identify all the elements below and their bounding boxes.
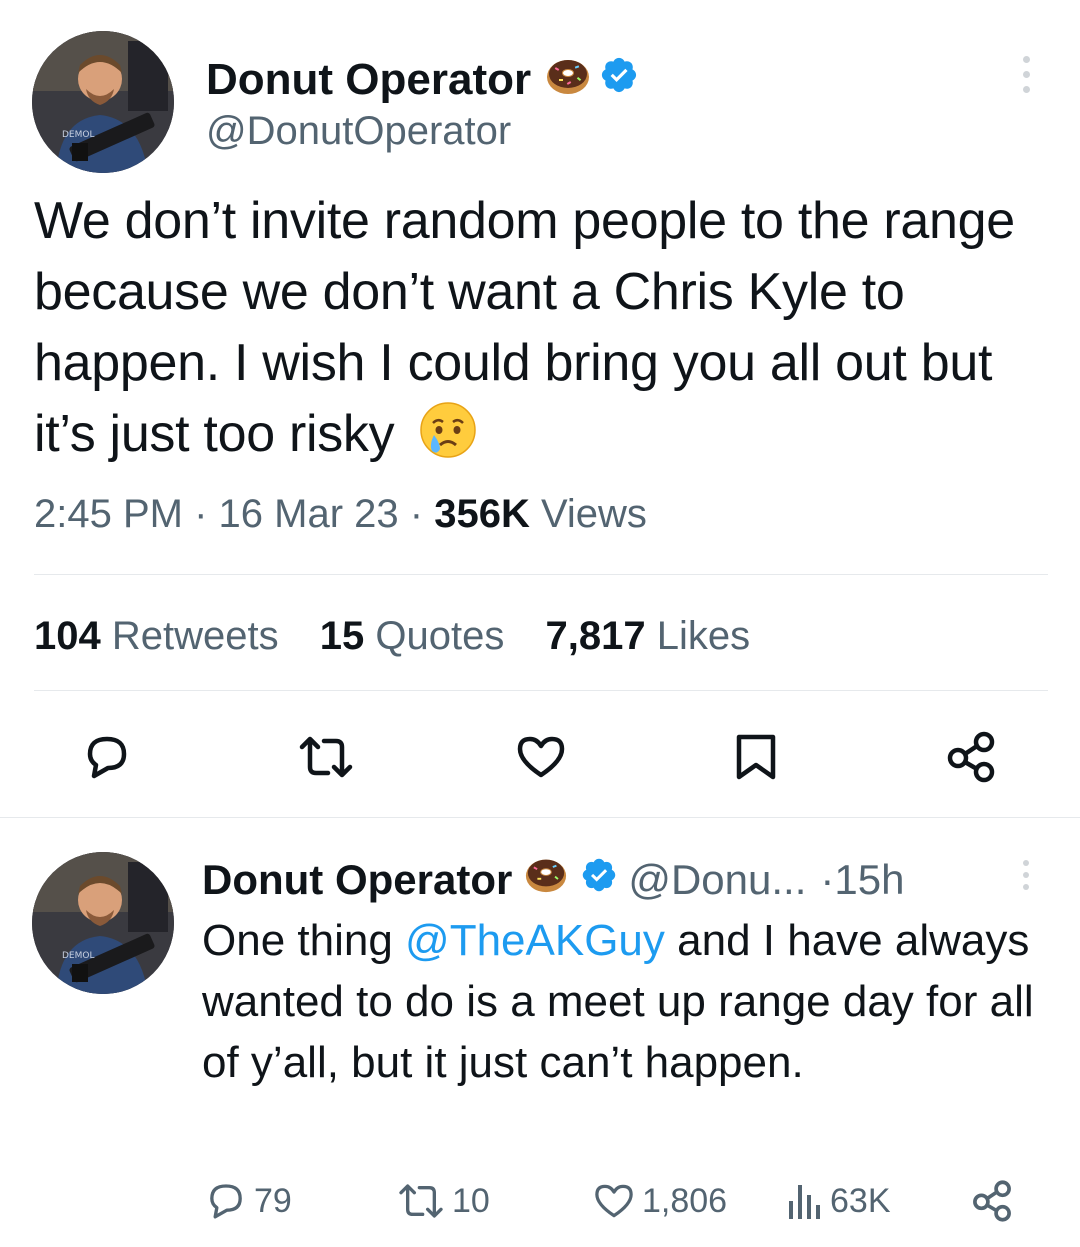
tweet-text-container: We don’t invite random people to the ran…	[34, 186, 1044, 478]
retweets-stat[interactable]: 104 Retweets	[34, 614, 279, 658]
like-icon[interactable]	[514, 733, 568, 781]
reply-text: One thing @TheAKGuy and I have always wa…	[202, 910, 1052, 1093]
reply-count: 79	[254, 1181, 292, 1220]
bookmark-icon[interactable]	[733, 731, 779, 783]
reply-like-button[interactable]: 1,806	[592, 1176, 727, 1226]
reply-author-handle[interactable]: @Donu...	[628, 854, 806, 906]
views-count: 63K	[830, 1181, 891, 1220]
reply-text-part: One thing	[202, 916, 406, 965]
views-label: Views	[540, 492, 647, 536]
verified-badge-icon[interactable]	[599, 55, 639, 105]
tweet-stats: 104 Retweets 15 Quotes 7,817 Likes	[34, 610, 780, 662]
author-handle[interactable]: @DonutOperator	[206, 108, 511, 154]
divider	[0, 817, 1080, 818]
more-options-icon[interactable]	[1019, 56, 1033, 101]
verified-badge-icon[interactable]	[580, 854, 618, 906]
quotes-stat[interactable]: 15 Quotes	[320, 614, 505, 658]
views-chart-icon	[789, 1185, 820, 1219]
like-icon	[595, 1184, 633, 1218]
retweet-icon[interactable]	[296, 733, 356, 781]
author-name[interactable]: Donut Operator	[206, 56, 531, 104]
reply-retweet-button[interactable]: 10	[396, 1176, 490, 1226]
reply-reply-button[interactable]: 79	[204, 1176, 292, 1226]
tweet-date[interactable]: 16 Mar 23	[219, 492, 399, 536]
reply-icon[interactable]	[82, 733, 132, 781]
reply-author-avatar[interactable]: DEMOL	[32, 852, 174, 994]
likes-stat[interactable]: 7,817 Likes	[545, 614, 750, 658]
author-name-row: Donut Operator	[206, 52, 639, 108]
like-count: 1,806	[642, 1181, 728, 1220]
donut-emoji-icon	[545, 52, 591, 108]
reply-more-options-icon[interactable]	[1019, 860, 1033, 898]
share-icon	[973, 1180, 1011, 1222]
reply-views-button[interactable]: 63K	[786, 1176, 891, 1226]
reply-author-name[interactable]: Donut Operator	[202, 854, 512, 906]
svg-text:DEMOL: DEMOL	[62, 951, 94, 961]
reply-time[interactable]: 15h	[834, 854, 904, 906]
divider	[34, 574, 1048, 575]
author-avatar[interactable]: DEMOL	[32, 31, 174, 173]
separator-dot: ·	[820, 856, 835, 903]
divider	[34, 690, 1048, 691]
tweet-meta: 2:45 PM · 16 Mar 23 · 356K Views	[34, 492, 647, 536]
views-count: 356K	[434, 492, 530, 536]
tweet-time[interactable]: 2:45 PM	[34, 492, 183, 536]
mention-link[interactable]: @TheAKGuy	[405, 916, 665, 965]
crying-face-emoji-icon	[419, 401, 477, 478]
retweet-icon	[399, 1184, 443, 1218]
reply-icon	[210, 1184, 242, 1219]
reply-share-button[interactable]	[970, 1176, 1020, 1226]
retweet-count: 10	[452, 1181, 490, 1220]
reply-header: Donut Operator @Donu... · 15h	[202, 852, 904, 908]
share-icon[interactable]	[944, 730, 998, 784]
donut-emoji-icon	[524, 852, 568, 908]
svg-text:DEMOL: DEMOL	[62, 130, 94, 140]
tweet-text: We don’t invite random people to the ran…	[34, 192, 1015, 463]
